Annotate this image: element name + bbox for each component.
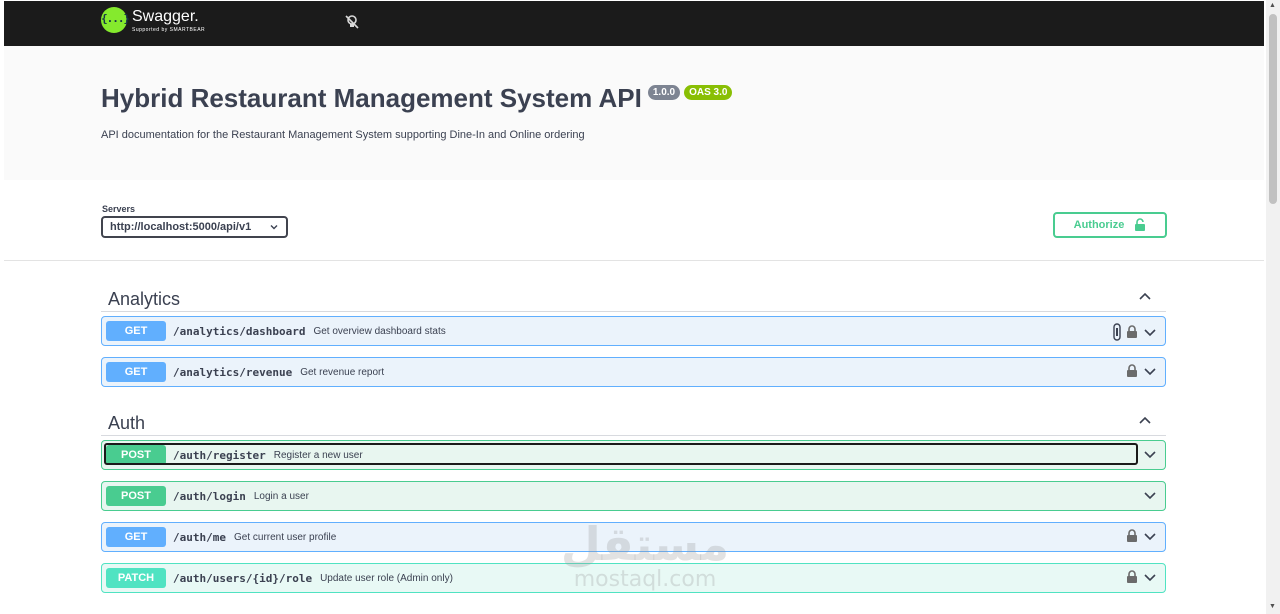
info-section: Hybrid Restaurant Management System API … bbox=[4, 46, 1264, 180]
lock-icon[interactable] bbox=[1126, 570, 1138, 584]
operation-get-auth-me[interactable]: GET /auth/me Get current user profile bbox=[101, 522, 1166, 552]
scroll-up-arrow-icon[interactable]: ▲ bbox=[1269, 2, 1276, 9]
chevron-down-icon[interactable] bbox=[1143, 325, 1157, 339]
operation-summary: Get current user profile bbox=[233, 531, 337, 543]
operation-patch-auth-users-role[interactable]: PATCH /auth/users/{id}/role Update user … bbox=[101, 563, 1166, 593]
chevron-down-icon[interactable] bbox=[1143, 488, 1157, 502]
operation-post-auth-register[interactable]: POST /auth/register Register a new user bbox=[101, 440, 1166, 470]
scrollbar-thumb[interactable] bbox=[1269, 14, 1277, 204]
operations-area: Analytics GET /analytics/dashboard Get o… bbox=[4, 262, 1264, 614]
method-badge: POST bbox=[106, 486, 166, 506]
topbar: {...} Swagger. Supported by SMARTBEAR bbox=[4, 1, 1264, 46]
operation-summary: Get revenue report bbox=[300, 366, 385, 378]
logo-name: Swagger. bbox=[132, 7, 199, 25]
lock-icon[interactable] bbox=[1126, 325, 1138, 339]
operation-path: /auth/register bbox=[173, 448, 266, 462]
chevron-down-icon[interactable] bbox=[1143, 570, 1157, 584]
authorize-button[interactable]: Authorize bbox=[1053, 212, 1167, 238]
server-select-value: http://localhost:5000/api/v1 bbox=[110, 221, 252, 233]
method-badge: GET bbox=[106, 527, 166, 547]
copy-to-clipboard-icon[interactable] bbox=[1113, 323, 1121, 341]
operation-summary: Get overview dashboard stats bbox=[313, 325, 446, 337]
method-badge: GET bbox=[106, 321, 166, 341]
operation-post-auth-login[interactable]: POST /auth/login Login a user bbox=[101, 481, 1166, 511]
authorize-label: Authorize bbox=[1073, 219, 1125, 231]
chevron-up-icon[interactable] bbox=[1138, 290, 1152, 304]
chevron-down-icon bbox=[270, 225, 278, 230]
servers-label: Servers bbox=[102, 204, 136, 214]
vertical-scrollbar[interactable]: ▲ ▼ bbox=[1266, 0, 1280, 614]
operation-summary: Login a user bbox=[253, 490, 309, 502]
operation-path: /analytics/dashboard bbox=[173, 324, 306, 338]
lock-icon[interactable] bbox=[1126, 364, 1138, 378]
operation-path: /auth/users/{id}/role bbox=[173, 571, 313, 585]
operation-get-analytics-dashboard[interactable]: GET /analytics/dashboard Get overview da… bbox=[101, 316, 1166, 346]
method-badge: PATCH bbox=[106, 568, 166, 588]
method-badge: POST bbox=[106, 445, 166, 465]
chevron-down-icon[interactable] bbox=[1143, 529, 1157, 543]
version-badge: 1.0.0 bbox=[647, 85, 681, 100]
swagger-logo[interactable]: {...} Swagger. Supported by SMARTBEAR bbox=[101, 7, 205, 33]
operation-summary: Update user role (Admin only) bbox=[320, 572, 453, 584]
unlock-icon bbox=[1135, 218, 1146, 231]
method-badge: GET bbox=[106, 362, 166, 382]
chevron-down-icon[interactable] bbox=[1143, 364, 1157, 378]
server-select[interactable]: http://localhost:5000/api/v1 bbox=[101, 216, 288, 238]
operation-get-analytics-revenue[interactable]: GET /analytics/revenue Get revenue repor… bbox=[101, 357, 1166, 387]
operation-path: /auth/login bbox=[173, 489, 246, 503]
lock-icon[interactable] bbox=[1126, 529, 1138, 543]
tag-analytics[interactable]: Analytics bbox=[101, 270, 1166, 312]
tag-auth[interactable]: Auth bbox=[101, 394, 1166, 436]
operation-path: /analytics/revenue bbox=[173, 365, 293, 379]
logo-subtitle: Supported by SMARTBEAR bbox=[132, 26, 206, 33]
operation-path: /auth/me bbox=[173, 530, 226, 544]
tag-name: Analytics bbox=[108, 289, 181, 309]
chevron-up-icon[interactable] bbox=[1138, 414, 1152, 428]
tag-name: Auth bbox=[108, 413, 146, 433]
swagger-logo-icon: {...} bbox=[101, 7, 130, 33]
oas-badge: OAS 3.0 bbox=[684, 85, 733, 100]
scroll-down-arrow-icon[interactable]: ▼ bbox=[1269, 603, 1276, 610]
scheme-container: Servers http://localhost:5000/api/v1 Aut… bbox=[4, 180, 1264, 261]
dark-mode-toggle-icon[interactable] bbox=[344, 14, 360, 30]
operation-summary: Register a new user bbox=[273, 449, 363, 461]
api-description: API documentation for the Restaurant Man… bbox=[101, 129, 585, 141]
chevron-down-icon[interactable] bbox=[1143, 447, 1157, 461]
api-title: Hybrid Restaurant Management System API bbox=[101, 83, 642, 113]
